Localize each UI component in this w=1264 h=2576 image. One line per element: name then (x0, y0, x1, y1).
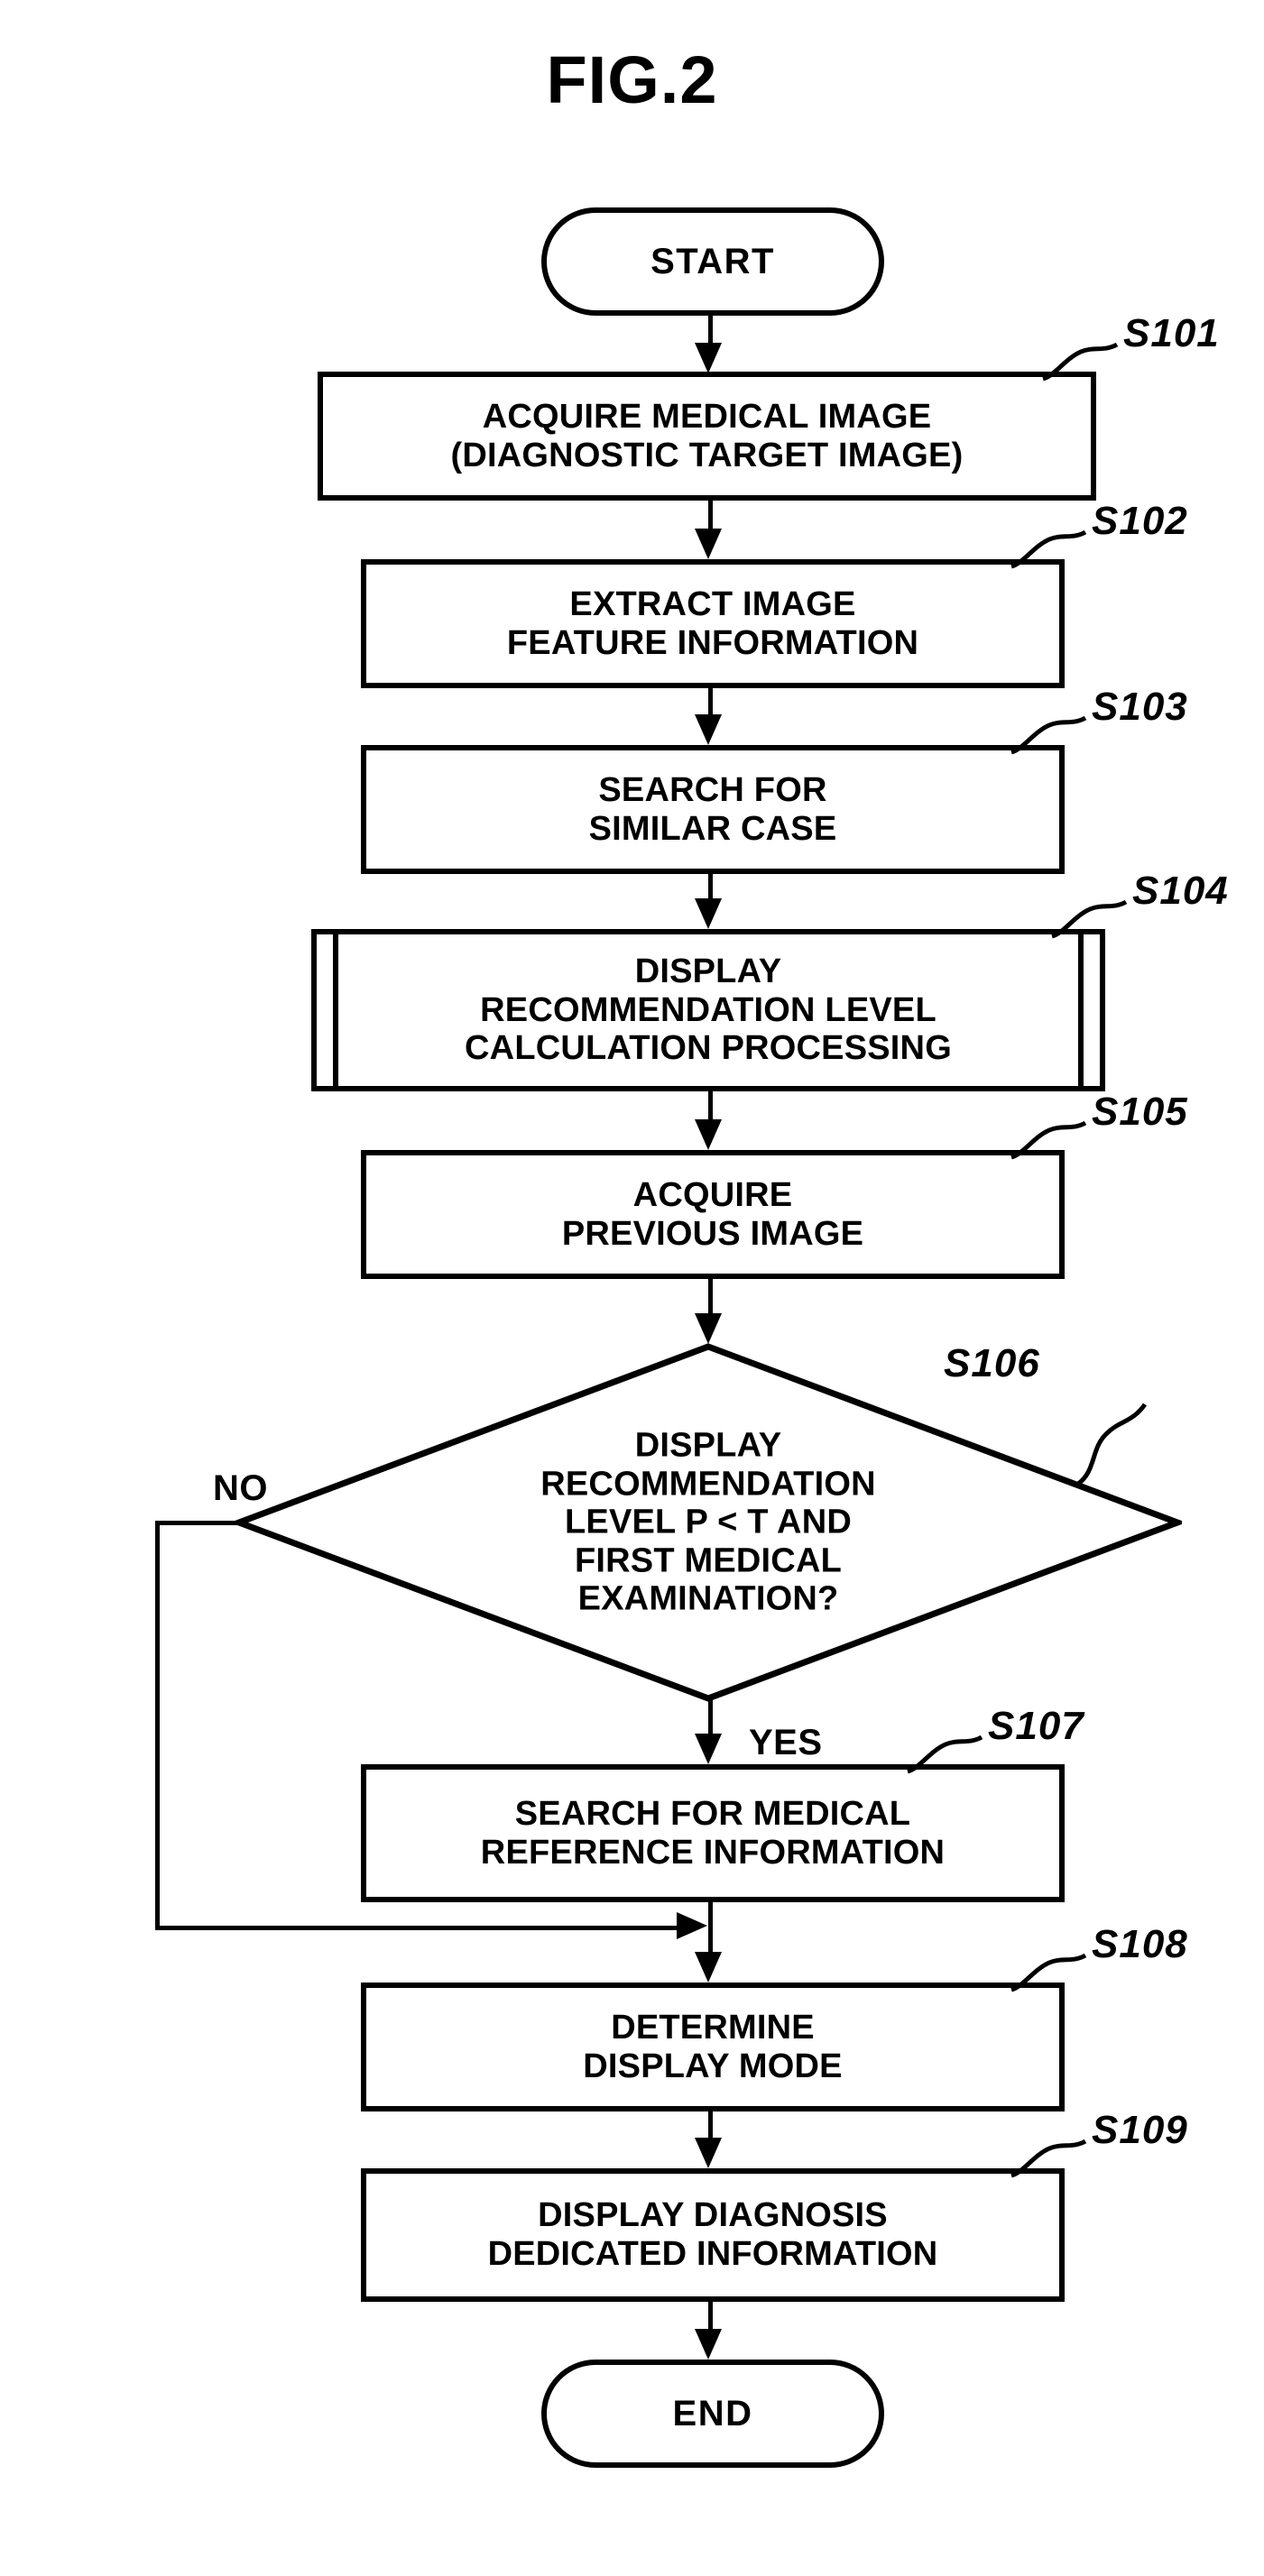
step-ref-s102: S102 (1092, 499, 1188, 543)
node-s104: DISPLAY RECOMMENDATION LEVEL CALCULATION… (311, 929, 1105, 1091)
branch-label-yes: YES (749, 1723, 823, 1762)
arrowhead-s101-to-s102 (695, 529, 722, 559)
step-ref-s106: S106 (944, 1341, 1040, 1385)
connector-no-horizontal-in (155, 1926, 678, 1930)
arrowhead-s108-to-s109 (695, 2138, 722, 2168)
node-s101: ACQUIRE MEDICAL IMAGE (DIAGNOSTIC TARGET… (318, 372, 1096, 501)
arrowhead-s109-to-end (695, 2329, 722, 2360)
node-s103: SEARCH FOR SIMILAR CASE (361, 745, 1065, 874)
node-start: START (541, 207, 884, 316)
branch-label-no: NO (213, 1468, 268, 1508)
arrowhead-yes-to-s107 (695, 1734, 722, 1764)
connector-no-horizontal-out (155, 1521, 245, 1525)
node-s101-label: ACQUIRE MEDICAL IMAGE (DIAGNOSTIC TARGET… (450, 397, 964, 474)
figure-canvas: FIG.2 START ACQUIRE MEDICAL IMAGE (DIAGN… (0, 0, 1264, 2576)
arrowhead-s103-to-s104 (695, 898, 722, 929)
node-start-label: START (650, 241, 775, 281)
step-ref-s107: S107 (988, 1704, 1084, 1748)
node-end: END (541, 2360, 884, 2468)
node-s106: DISPLAY RECOMMENDATION LEVEL P < T AND F… (235, 1342, 1182, 1703)
node-s103-label: SEARCH FOR SIMILAR CASE (588, 770, 837, 848)
node-s102-label: EXTRACT IMAGE FEATURE INFORMATION (506, 584, 919, 662)
node-s106-label: DISPLAY RECOMMENDATION LEVEL P < T AND F… (540, 1426, 876, 1618)
arrowhead-s104-to-s105 (695, 1119, 722, 1150)
step-ref-s109: S109 (1092, 2108, 1188, 2152)
arrowhead-merge-to-s108 (695, 1952, 722, 1983)
arrowhead-start-to-s101 (695, 343, 722, 373)
step-ref-s101: S101 (1123, 311, 1220, 355)
node-s105-label: ACQUIRE PREVIOUS IMAGE (561, 1175, 864, 1253)
leader-line-s106 (1076, 1403, 1148, 1486)
node-s107-label: SEARCH FOR MEDICAL REFERENCE INFORMATION (480, 1794, 946, 1872)
arrowhead-no-merge (677, 1912, 707, 1939)
node-s109-label: DISPLAY DIAGNOSIS DEDICATED INFORMATION (487, 2196, 938, 2273)
connector-s107-to-s108 (708, 1902, 713, 1955)
node-s102: EXTRACT IMAGE FEATURE INFORMATION (361, 559, 1065, 688)
node-end-label: END (672, 2393, 753, 2433)
step-ref-s105: S105 (1092, 1090, 1188, 1134)
step-ref-s103: S103 (1092, 685, 1188, 729)
node-s108: DETERMINE DISPLAY MODE (361, 1983, 1065, 2111)
node-s108-label: DETERMINE DISPLAY MODE (583, 2008, 843, 2085)
node-s105: ACQUIRE PREVIOUS IMAGE (361, 1150, 1065, 1279)
arrowhead-s105-to-s106 (695, 1313, 722, 1344)
step-ref-s104: S104 (1132, 869, 1229, 913)
connector-no-vertical (155, 1521, 160, 1928)
node-s109: DISPLAY DIAGNOSIS DEDICATED INFORMATION (361, 2168, 1065, 2302)
node-s104-label: DISPLAY RECOMMENDATION LEVEL CALCULATION… (465, 952, 952, 1068)
arrowhead-s102-to-s103 (695, 714, 722, 745)
node-s107: SEARCH FOR MEDICAL REFERENCE INFORMATION (361, 1764, 1065, 1902)
step-ref-s108: S108 (1092, 1922, 1188, 1966)
page-title: FIG.2 (546, 42, 718, 117)
